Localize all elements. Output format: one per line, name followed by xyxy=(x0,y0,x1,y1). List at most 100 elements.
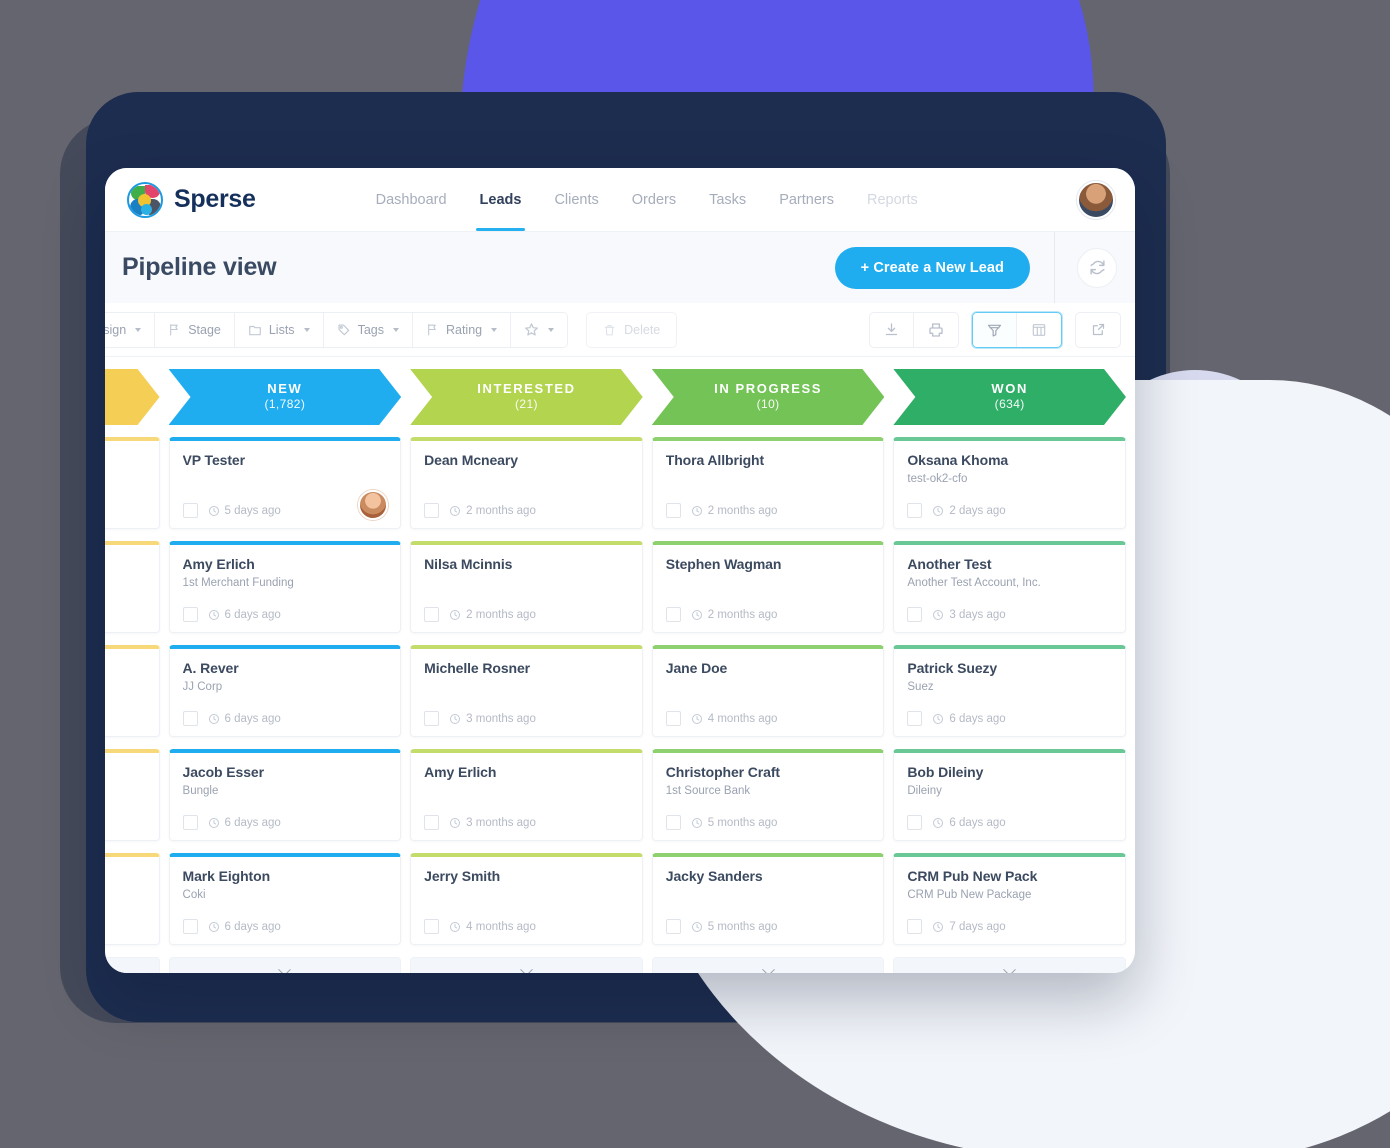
lead-card[interactable]: Nilsa Mcinnis 2 months ago xyxy=(410,541,643,633)
nav-item-tasks[interactable]: Tasks xyxy=(709,168,746,231)
lead-card-footer: 4 months ago xyxy=(665,711,777,726)
clock-icon xyxy=(691,505,702,516)
lead-select-checkbox[interactable] xyxy=(665,607,681,622)
show-more-button[interactable] xyxy=(893,957,1127,973)
toolbar-assign-button[interactable]: ssign xyxy=(105,312,156,347)
nav-item-orders[interactable]: Orders xyxy=(632,168,676,231)
lead-owner-avatar[interactable] xyxy=(358,490,389,520)
pipeline-stage-new[interactable]: NEW (1,782) xyxy=(169,369,402,425)
nav-item-leads[interactable]: Leads xyxy=(475,168,526,231)
tag-icon xyxy=(338,323,349,335)
lead-select-checkbox[interactable] xyxy=(665,919,681,934)
lead-select-checkbox[interactable] xyxy=(665,815,681,830)
lead-card[interactable] xyxy=(105,437,160,529)
pipeline-stage-won[interactable]: WON (634) xyxy=(893,369,1126,425)
lead-select-checkbox[interactable] xyxy=(424,919,440,934)
lead-card[interactable] xyxy=(105,749,160,841)
toolbar-favorite-button[interactable] xyxy=(511,312,568,347)
nav-item-partners[interactable]: Partners xyxy=(779,168,834,231)
lead-card[interactable]: Jacob Esser Bungle 6 days ago xyxy=(168,749,402,841)
lead-card[interactable]: Jane Doe 4 months ago xyxy=(651,645,885,737)
lead-name: Thora Allbright xyxy=(665,452,765,468)
toolbar-lists-button[interactable]: Lists xyxy=(234,312,324,347)
lead-timestamp-text: 2 months ago xyxy=(707,608,778,621)
print-button[interactable] xyxy=(914,313,958,347)
lead-card-footer: 5 months ago xyxy=(665,919,777,934)
lead-card[interactable]: Jacky Sanders 5 months ago xyxy=(651,853,885,945)
lead-card-footer: 6 days ago xyxy=(907,815,1006,830)
lead-select-checkbox[interactable] xyxy=(907,919,923,934)
lead-card[interactable] xyxy=(105,541,160,633)
show-more-button[interactable] xyxy=(410,957,643,973)
lead-timestamp: 5 months ago xyxy=(691,921,777,933)
create-new-lead-button[interactable]: + Create a New Lead xyxy=(834,246,1030,289)
lead-name: Amy Erlich xyxy=(182,556,255,572)
nav-item-dashboard[interactable]: Dashboard xyxy=(376,168,447,231)
lead-select-checkbox[interactable] xyxy=(907,607,923,622)
refresh-button[interactable] xyxy=(1077,247,1117,288)
show-more-button[interactable] xyxy=(105,957,160,973)
lead-card[interactable] xyxy=(105,853,160,945)
lead-select-checkbox[interactable] xyxy=(424,607,440,622)
toolbar-tags-button[interactable]: Tags xyxy=(323,312,413,347)
nav-item-clients[interactable]: Clients xyxy=(554,168,598,231)
page-header: Pipeline view + Create a New Lead xyxy=(105,231,1135,304)
lead-card[interactable]: Stephen Wagman 2 months ago xyxy=(651,541,885,633)
stage-count: (1,782) xyxy=(264,397,306,412)
pipeline-view-button[interactable] xyxy=(973,312,1017,347)
lead-card[interactable]: Christopher Craft 1st Source Bank 5 months… xyxy=(651,749,885,841)
lead-select-checkbox[interactable] xyxy=(665,503,681,518)
lead-timestamp: 6 days ago xyxy=(932,817,1006,829)
lead-select-checkbox[interactable] xyxy=(424,815,440,830)
chevron-down-icon xyxy=(761,962,775,973)
lead-select-checkbox[interactable] xyxy=(182,919,198,934)
lead-company: Dileiny xyxy=(907,784,942,797)
lead-card[interactable]: Mark Eighton Coki 6 days ago xyxy=(168,853,402,945)
delete-button[interactable]: Delete xyxy=(586,311,678,348)
lead-card[interactable] xyxy=(105,645,160,737)
toolbar-rating-button[interactable]: Rating xyxy=(412,312,512,347)
lead-select-checkbox[interactable] xyxy=(907,711,923,726)
clock-icon xyxy=(933,713,944,724)
refresh-icon xyxy=(1089,260,1105,275)
lead-name: Jacky Sanders xyxy=(665,868,763,884)
lead-select-checkbox[interactable] xyxy=(665,711,681,726)
lead-card[interactable]: Amy Erlich 3 months ago xyxy=(410,749,643,841)
show-more-button[interactable] xyxy=(168,957,402,973)
lead-card[interactable]: Thora Allbright 2 months ago xyxy=(651,437,885,529)
lead-select-checkbox[interactable] xyxy=(424,503,440,518)
lead-card[interactable]: Patrick Suezy Suez 6 days ago xyxy=(893,645,1126,737)
nav-item-reports[interactable]: Reports xyxy=(867,168,918,231)
lead-card[interactable]: Amy Erlich 1st Merchant Funding 6 days ago xyxy=(168,541,402,633)
toolbar-lists-label: Lists xyxy=(268,322,295,337)
open-external-button[interactable] xyxy=(1076,313,1120,347)
pipeline-stage-partial[interactable] xyxy=(105,369,160,425)
lead-select-checkbox[interactable] xyxy=(424,711,440,726)
lead-card[interactable]: Michelle Rosner 3 months ago xyxy=(410,645,643,737)
lead-select-checkbox[interactable] xyxy=(182,607,198,622)
lead-select-checkbox[interactable] xyxy=(182,503,198,518)
lead-timestamp-text: 7 days ago xyxy=(949,920,1006,933)
lead-card[interactable]: Bob Dileiny Dileiny 6 days ago xyxy=(893,749,1126,841)
lead-select-checkbox[interactable] xyxy=(907,503,923,518)
download-button[interactable] xyxy=(870,312,914,347)
lead-card[interactable]: CRM Pub New Pack CRM Pub New Package 7 day… xyxy=(893,853,1126,945)
table-view-button[interactable] xyxy=(1017,313,1061,347)
lead-select-checkbox[interactable] xyxy=(182,815,198,830)
user-avatar[interactable] xyxy=(1077,180,1115,219)
lead-card[interactable]: Another Test Another Test Account, Inc. 3 … xyxy=(893,541,1126,633)
lead-card[interactable]: Dean Mcneary 2 months ago xyxy=(410,437,643,529)
lead-card[interactable]: VP Tester 5 days ago xyxy=(168,437,402,529)
lead-card[interactable]: Jerry Smith 4 months ago xyxy=(410,853,643,945)
lead-timestamp: 2 months ago xyxy=(691,505,777,517)
brand-logo[interactable]: Sperse xyxy=(127,181,256,218)
pipeline-stage-in-progress[interactable]: IN PROGRESS (10) xyxy=(652,369,885,425)
lead-card[interactable]: Oksana Khoma test-ok2-cfo 2 days ago xyxy=(893,437,1126,529)
pipeline-stage-interested[interactable]: INTERESTED (21) xyxy=(410,369,643,425)
lead-select-checkbox[interactable] xyxy=(182,711,198,726)
show-more-button[interactable] xyxy=(651,957,885,973)
lead-card[interactable]: A. Rever JJ Corp 6 days ago xyxy=(168,645,402,737)
toolbar-assign-label: ssign xyxy=(105,322,127,337)
lead-select-checkbox[interactable] xyxy=(907,815,923,830)
toolbar-stage-button[interactable]: Stage xyxy=(155,312,235,347)
